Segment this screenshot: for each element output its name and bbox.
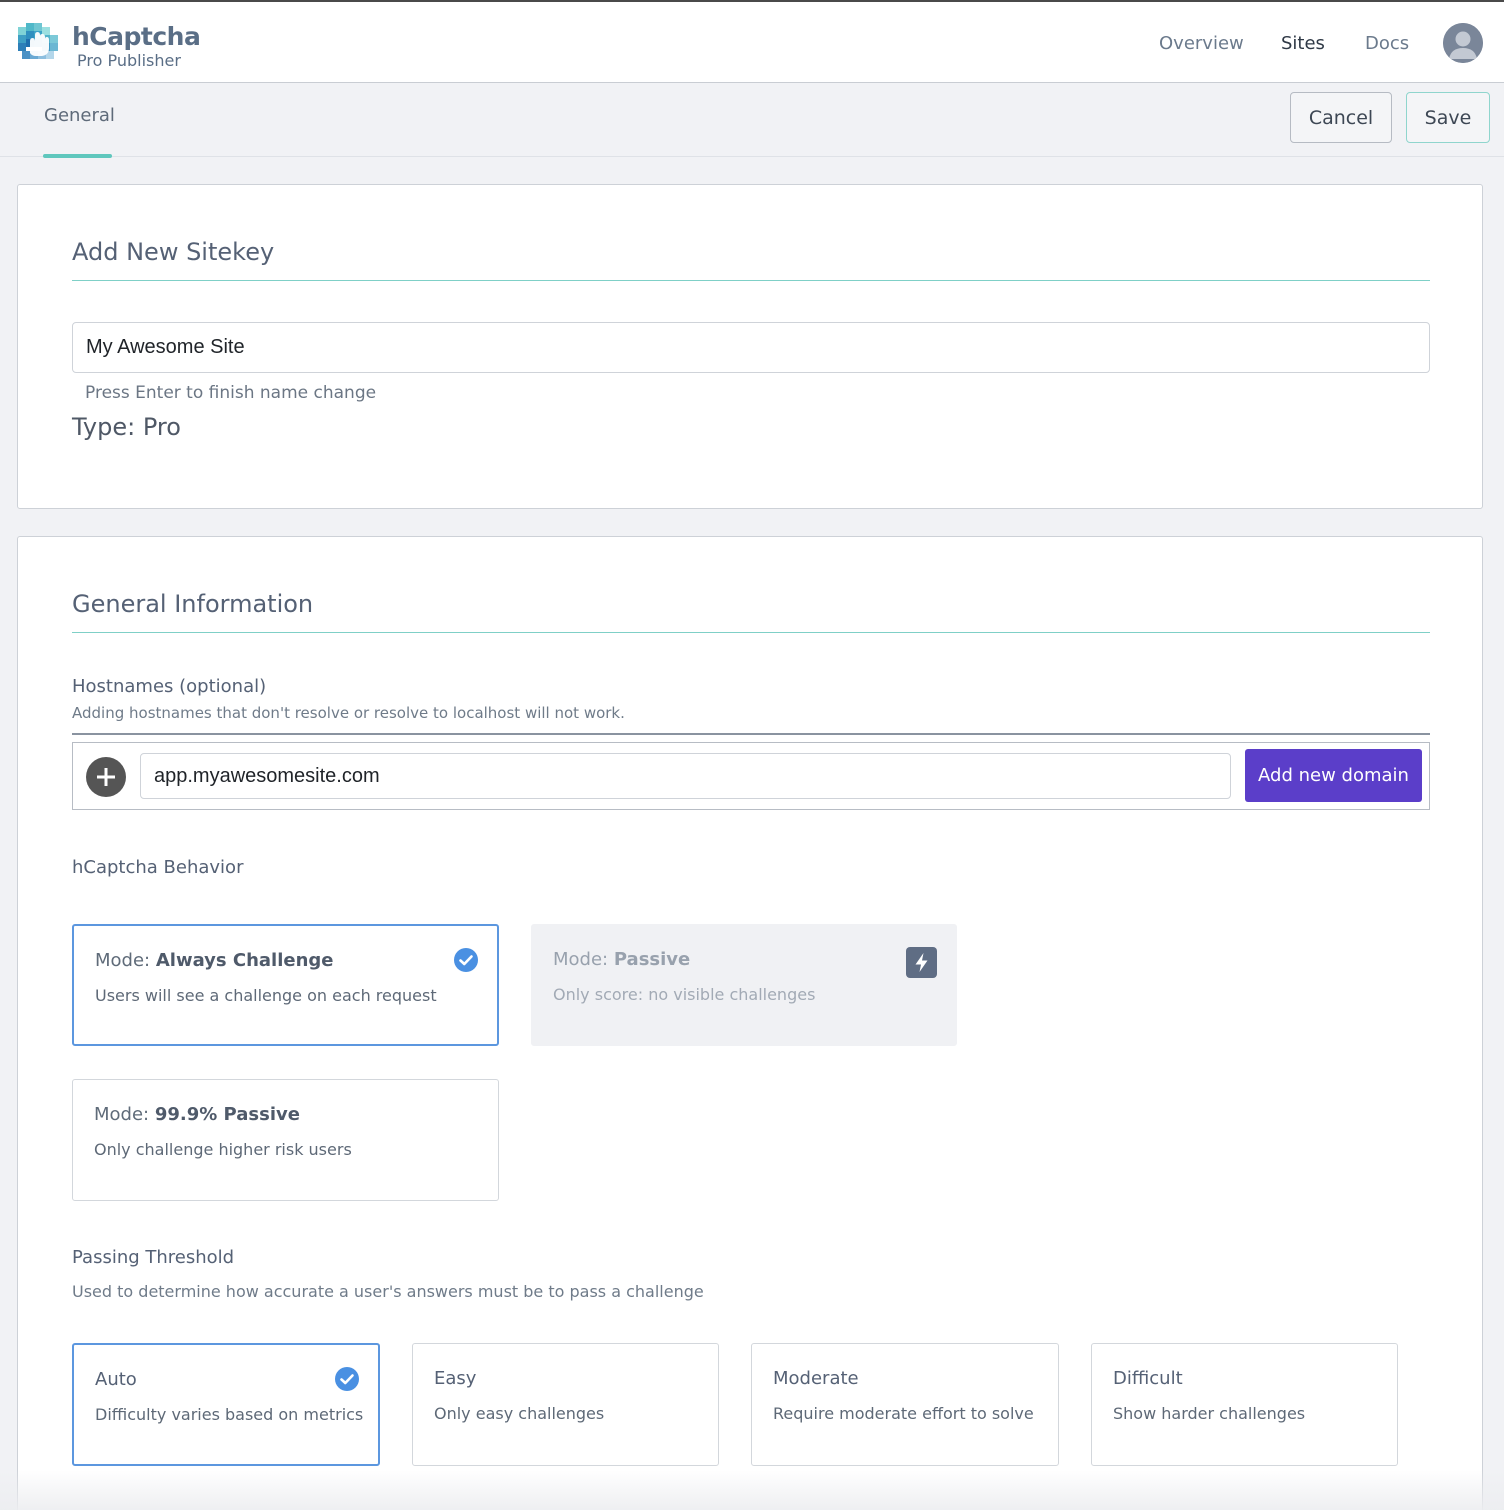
brand-name: hCaptcha — [72, 22, 201, 51]
mode-prefix: Mode: — [553, 949, 609, 970]
threshold-name: Auto — [95, 1369, 137, 1390]
mode-prefix: Mode: — [94, 1104, 150, 1125]
mode-option-passive: Mode: Passive Only score: no visible cha… — [531, 924, 957, 1046]
threshold-option-easy[interactable]: Easy Only easy challenges — [412, 1343, 719, 1466]
threshold-description: Used to determine how accurate a user's … — [72, 1282, 704, 1301]
hcaptcha-logo-icon[interactable] — [16, 21, 60, 65]
mode-name: Always Challenge — [155, 950, 334, 971]
threshold-name: Moderate — [773, 1368, 859, 1389]
check-circle-icon — [335, 1367, 359, 1391]
hostnames-divider — [72, 733, 1430, 735]
site-name-input[interactable] — [72, 322, 1430, 373]
top-navigation-bar: hCaptcha Pro Publisher Overview Sites Do… — [0, 0, 1504, 83]
hostnames-label: Hostnames (optional) — [72, 676, 267, 697]
mode-option-99-9-passive[interactable]: Mode: 99.9% Passive Only challenge highe… — [72, 1079, 499, 1201]
mode-description: Only score: no visible challenges — [553, 985, 816, 1004]
threshold-description-text: Require moderate effort to solve — [773, 1404, 1034, 1423]
threshold-name: Difficult — [1113, 1368, 1183, 1389]
hostnames-description: Adding hostnames that don't resolve or r… — [72, 704, 625, 722]
user-avatar-icon[interactable] — [1443, 23, 1483, 63]
tab-general[interactable]: General — [44, 105, 115, 126]
threshold-label: Passing Threshold — [72, 1247, 235, 1268]
threshold-description-text: Only easy challenges — [434, 1404, 605, 1423]
mode-description: Only challenge higher risk users — [94, 1140, 352, 1159]
section-divider — [72, 280, 1430, 281]
threshold-option-difficult[interactable]: Difficult Show harder challenges — [1091, 1343, 1398, 1466]
threshold-option-auto[interactable]: Auto Difficulty varies based on metrics — [72, 1343, 380, 1466]
behavior-label: hCaptcha Behavior — [72, 857, 244, 878]
check-circle-icon — [454, 948, 478, 972]
general-info-section-title: General Information — [72, 590, 314, 618]
threshold-description-text: Difficulty varies based on metrics — [95, 1405, 364, 1424]
site-type-label: Type: Pro — [72, 413, 181, 441]
mode-name: Passive — [613, 949, 691, 970]
sitekey-card: Add New Sitekey Press Enter to finish na… — [17, 184, 1483, 509]
section-divider — [72, 632, 1430, 633]
save-button[interactable]: Save — [1406, 92, 1490, 143]
mode-prefix: Mode: — [95, 950, 151, 971]
nav-sites[interactable]: Sites — [1281, 33, 1325, 54]
scroll-fade — [0, 1470, 1504, 1510]
nav-overview[interactable]: Overview — [1159, 33, 1244, 54]
nav-docs[interactable]: Docs — [1365, 33, 1409, 54]
threshold-name: Easy — [434, 1368, 477, 1389]
hostname-entry-row: Add new domain — [72, 742, 1430, 810]
add-new-domain-button[interactable]: Add new domain — [1245, 749, 1422, 802]
general-information-card: General Information Hostnames (optional)… — [17, 536, 1483, 1510]
settings-toolbar: General Cancel Save — [0, 83, 1504, 158]
brand-subtitle: Pro Publisher — [77, 51, 181, 70]
mode-option-always-challenge[interactable]: Mode: Always Challenge Users will see a … — [72, 924, 499, 1046]
sitekey-section-title: Add New Sitekey — [72, 238, 275, 266]
hostname-input[interactable] — [140, 753, 1231, 799]
threshold-option-moderate[interactable]: Moderate Require moderate effort to solv… — [751, 1343, 1059, 1466]
threshold-description-text: Show harder challenges — [1113, 1404, 1306, 1423]
active-tab-indicator — [43, 154, 112, 158]
mode-name: 99.9% Passive — [154, 1104, 300, 1125]
mode-description: Users will see a challenge on each reque… — [95, 986, 437, 1005]
plus-circle-icon[interactable] — [86, 757, 126, 797]
lightning-bolt-icon — [906, 947, 937, 978]
name-change-hint: Press Enter to finish name change — [85, 383, 377, 403]
cancel-button[interactable]: Cancel — [1290, 92, 1392, 143]
